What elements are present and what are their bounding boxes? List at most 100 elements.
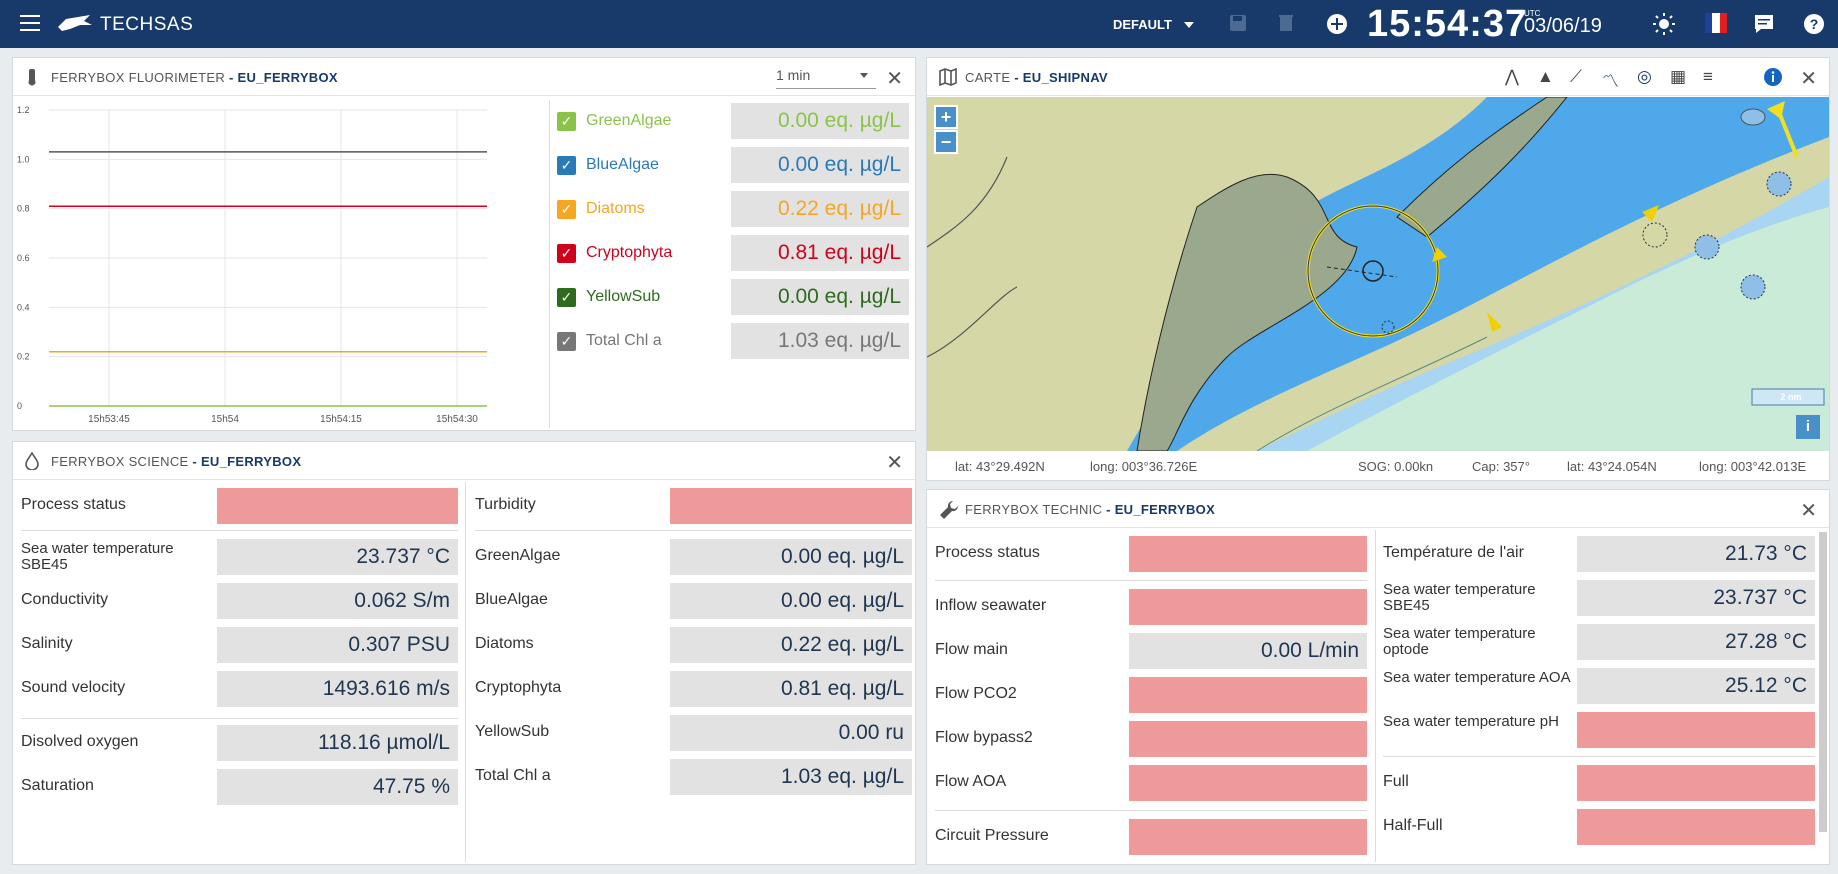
brand-name: TECHSAS [100,14,194,35]
legend-label: GreenAlgae [586,112,672,129]
close-icon[interactable]: ✕ [886,66,903,91]
field-label: Flow main [935,641,1008,658]
legend-value: 0.81 eq. µg/L [731,235,909,271]
nautical-map[interactable] [927,97,1829,451]
field-value: 0.81 eq. µg/L [670,671,912,707]
field-label: Sea water temperature SBE45 [21,540,174,573]
field-value: 0.062 S/m [217,583,458,619]
legend-checkbox[interactable]: ✓ [557,332,576,351]
field-label: Process status [935,544,1040,561]
legend-checkbox[interactable]: ✓ [557,288,576,307]
field-label: Half-Full [1383,817,1443,834]
legend-checkbox[interactable]: ✓ [557,200,576,219]
legend-checkbox[interactable]: ✓ [557,156,576,175]
y-tick-label: 0 [17,401,22,411]
legend-label: Cryptophyta [586,244,673,261]
status-indicator [1129,589,1367,625]
x-tick-label: 15h53:45 [88,414,130,425]
save-icon[interactable] [1228,12,1248,34]
interval-select[interactable]: 1 min [776,67,876,89]
legend-label: Total Chl a [586,332,662,349]
cap-value: Cap: 357° [1472,459,1530,474]
fluorimeter-panel: FERRYBOX FLUORIMETER - EU_FERRYBOX 1 min… [12,57,916,431]
panel-title: FERRYBOX TECHNIC [965,502,1103,517]
status-indicator [1129,677,1367,713]
y-tick-label: 1.0 [17,154,30,164]
zoom-in-button[interactable]: + [934,105,958,129]
science-panel: FERRYBOX SCIENCE - EU_FERRYBOX ✕ Process… [12,441,916,865]
info-icon[interactable] [1763,67,1783,87]
chevron-down-icon[interactable] [1184,22,1194,28]
cursor-lat: lat: 43°29.492N [955,459,1045,474]
legend-value: 1.03 eq. µg/L [731,323,909,359]
legend-label: BlueAlgae [586,156,659,173]
add-icon[interactable] [1326,13,1348,35]
language-flag-icon[interactable] [1705,13,1727,33]
y-tick-label: 0.8 [17,204,30,214]
field-label: BlueAlgae [475,591,548,608]
field-label: Sea water temperature SBE45 [1383,581,1536,614]
y-tick-label: 0.2 [17,352,30,362]
close-icon[interactable]: ✕ [1800,498,1817,523]
layers-icon[interactable]: ≡ [1703,67,1713,87]
menu-icon[interactable] [20,15,40,33]
x-tick-label: 15h54:15 [320,414,362,425]
field-label: Circuit Pressure [935,827,1049,844]
field-label: Saturation [21,777,94,794]
panel-source: - EU_SHIPNAV [1014,70,1108,85]
field-label: Salinity [21,635,73,652]
sog-value: SOG: 0.00kn [1358,459,1434,474]
field-label: Inflow seawater [935,597,1047,614]
profile-select[interactable]: DEFAULT [1113,17,1172,32]
field-value: 0.00 eq. µg/L [670,539,912,575]
field-label: Full [1383,773,1409,790]
field-label: Process status [21,496,126,513]
panel-header: FERRYBOX TECHNIC - EU_FERRYBOX ✕ [927,490,1829,528]
zoom-out-button[interactable]: − [934,130,958,154]
panel-source: - EU_FERRYBOX [1106,502,1216,517]
close-icon[interactable]: ✕ [1800,66,1817,91]
close-icon[interactable]: ✕ [886,450,903,475]
ship-icon[interactable]: ▲ [1537,67,1554,87]
legend-checkbox[interactable]: ✓ [557,112,576,131]
legend-value: 0.00 eq. µg/L [731,279,909,315]
map-scale: 2 nm [1780,392,1802,402]
field-label: Température de l'air [1383,544,1524,561]
delete-icon[interactable] [1278,12,1294,34]
brightness-icon[interactable] [1652,12,1676,36]
legend-value: 0.22 eq. µg/L [731,191,909,227]
center-icon[interactable]: ◎ [1637,67,1652,87]
scrollbar[interactable] [1819,532,1827,832]
field-label: Flow AOA [935,773,1007,790]
legend-label: Diatoms [586,200,645,217]
field-value: 118.16 µmol/L [217,725,458,761]
track-icon[interactable]: ⟋ [1570,67,1582,87]
legend-checkbox[interactable]: ✓ [557,244,576,263]
field-value: 0.00 ru [670,715,912,751]
field-value: 0.22 eq. µg/L [670,627,912,663]
map-info-button[interactable]: i [1796,415,1820,439]
chat-icon[interactable] [1753,13,1775,35]
svg-text:?: ? [1810,16,1819,32]
ship-lat: lat: 43°24.054N [1567,459,1657,474]
logo-icon [58,15,92,31]
status-indicator [670,488,912,524]
help-icon[interactable]: ? [1803,13,1825,35]
field-label: Flow bypass2 [935,729,1033,746]
x-tick-label: 15h54 [211,414,239,425]
technic-panel: FERRYBOX TECHNIC - EU_FERRYBOX ✕ Process… [926,489,1830,865]
grid-icon[interactable]: ▦ [1670,67,1686,87]
panel-header: CARTE - EU_SHIPNAV ⋀ ▲ ⟋ 〽 ◎ ▦ ≡ ✕ [927,58,1829,96]
field-value: 0.00 L/min [1129,633,1367,669]
legend-value: 0.00 eq. µg/L [731,147,909,183]
field-label: Total Chl a [475,767,551,784]
panel-title: CARTE [965,70,1011,85]
route-icon[interactable]: 〽 [1602,67,1619,92]
compass-icon[interactable]: ⋀ [1505,67,1519,87]
map-panel: CARTE - EU_SHIPNAV ⋀ ▲ ⟋ 〽 ◎ ▦ ≡ ✕ + − 2… [926,57,1830,481]
legend-value: 0.00 eq. µg/L [731,103,909,139]
field-label: Flow PCO2 [935,685,1017,702]
wrench-icon [940,500,959,519]
fluorimeter-chart: 1.2 1.0 0.8 0.6 0.4 0.2 0 15h53:45 15h54 15h54:15… [17,105,487,425]
legend-label: YellowSub [586,288,661,305]
